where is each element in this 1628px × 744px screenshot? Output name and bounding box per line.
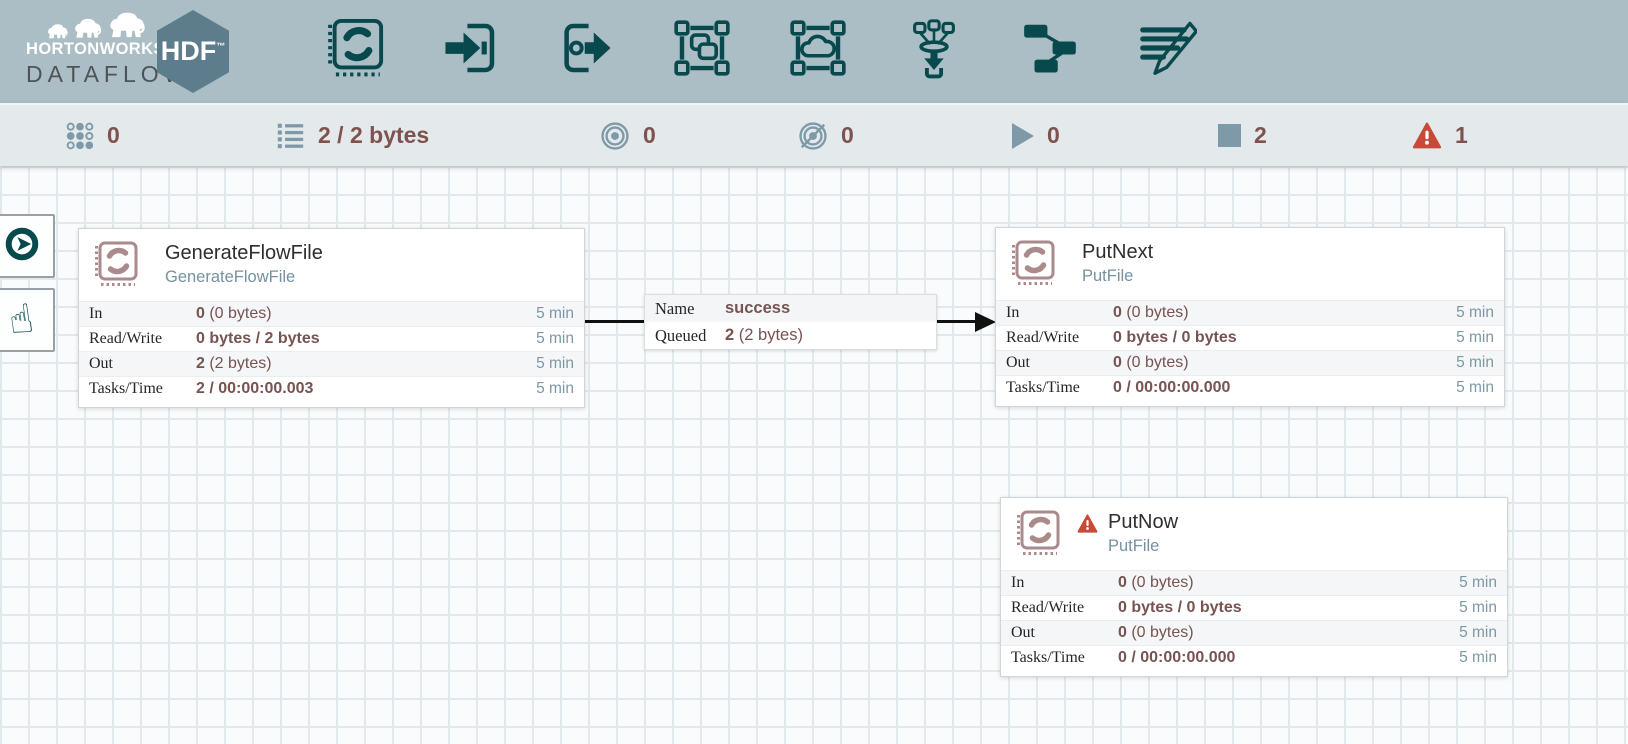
- stopped-status: 2: [1218, 105, 1267, 166]
- elephants-logo-icon: [26, 10, 166, 40]
- not-transmitting-status: 0: [798, 105, 854, 166]
- running-status: 0: [1012, 105, 1060, 166]
- queued-icon: [276, 121, 305, 150]
- process-group-tool-icon[interactable]: [670, 13, 734, 83]
- flow-canvas[interactable]: ☝ Name success Queued 2 (2 bytes) Genera…: [0, 166, 1628, 744]
- flow-status-bar: 0 2 / 2 bytes 0 0 0 2 1: [0, 103, 1628, 166]
- processor-tool-icon[interactable]: [322, 13, 386, 83]
- processor-putnext[interactable]: PutNext PutFile In 0 (0 bytes) 5 min Rea…: [995, 227, 1505, 407]
- processor-type: GenerateFlowFile: [165, 268, 296, 286]
- nifi-app: HORTONWORKS® DATAFLOW HDF™ 0 2 / 2 bytes…: [0, 0, 1628, 744]
- processor-generateflowfile[interactable]: GenerateFlowFile GenerateFlowFile In 0 (…: [78, 228, 585, 408]
- app-header: HORTONWORKS® DATAFLOW HDF™: [0, 0, 1628, 103]
- navigate-icon: [0, 222, 44, 271]
- stat-row-in: In 0 (0 bytes) 5 min: [1001, 570, 1507, 595]
- template-tool-icon[interactable]: [1018, 13, 1082, 83]
- processor-stamp-icon: [1013, 509, 1061, 559]
- stat-row-readwrite: Read/Write 0 bytes / 2 bytes 5 min: [79, 326, 584, 351]
- stat-row-tasks: Tasks/Time 0 / 00:00:00.000 5 min: [1001, 645, 1507, 670]
- transmitting-status: 0: [600, 105, 656, 166]
- component-toolbar: [322, 13, 1198, 83]
- output-port-tool-icon[interactable]: [554, 13, 618, 83]
- queued-status: 2 / 2 bytes: [276, 105, 429, 166]
- stat-row-tasks: Tasks/Time 0 / 00:00:00.000 5 min: [996, 375, 1504, 400]
- processor-putnow[interactable]: PutNow PutFile In 0 (0 bytes) 5 min Read…: [1000, 497, 1508, 677]
- processor-type: PutFile: [1082, 267, 1134, 285]
- active-threads-status: 0: [66, 105, 120, 166]
- not-transmitting-icon: [798, 121, 828, 151]
- navigate-button[interactable]: [0, 214, 55, 278]
- running-icon: [1012, 122, 1034, 149]
- brand-name: HORTONWORKS®: [26, 40, 171, 58]
- invalid-warning-icon: [1077, 514, 1098, 570]
- active-threads-icon: [66, 122, 94, 150]
- processor-name: PutNow: [1108, 511, 1179, 533]
- stat-row-out: Out 0 (0 bytes) 5 min: [996, 350, 1504, 375]
- processor-stamp-icon: [1008, 239, 1056, 289]
- transmitting-icon: [600, 121, 630, 151]
- operate-button[interactable]: ☝: [0, 288, 55, 352]
- processor-name: GenerateFlowFile: [165, 242, 323, 264]
- stat-row-readwrite: Read/Write 0 bytes / 0 bytes 5 min: [1001, 595, 1507, 620]
- hortonworks-logo: HORTONWORKS® DATAFLOW: [26, 10, 191, 88]
- stat-row-tasks: Tasks/Time 2 / 00:00:00.003 5 min: [79, 376, 584, 401]
- label-tool-icon[interactable]: [1134, 13, 1198, 83]
- stat-row-in: In 0 (0 bytes) 5 min: [79, 301, 584, 326]
- brand-product: DATAFLOW: [26, 61, 191, 87]
- stat-row-out: Out 0 (0 bytes) 5 min: [1001, 620, 1507, 645]
- processor-name: PutNext: [1082, 241, 1154, 263]
- stat-row-out: Out 2 (2 bytes) 5 min: [79, 351, 584, 376]
- processor-stats: In 0 (0 bytes) 5 min Read/Write 0 bytes …: [996, 300, 1504, 400]
- processor-header: GenerateFlowFile GenerateFlowFile: [79, 229, 584, 301]
- processor-stats: In 0 (0 bytes) 5 min Read/Write 0 bytes …: [1001, 570, 1507, 670]
- processor-type: PutFile: [1108, 537, 1160, 555]
- connection-name-row: Name success: [645, 295, 936, 322]
- processor-stats: In 0 (0 bytes) 5 min Read/Write 0 bytes …: [79, 301, 584, 401]
- processor-stamp-icon: [91, 240, 139, 290]
- stopped-icon: [1218, 124, 1241, 147]
- connection-label[interactable]: Name success Queued 2 (2 bytes): [644, 294, 937, 350]
- connection-queued-row: Queued 2 (2 bytes): [655, 325, 803, 345]
- stat-row-readwrite: Read/Write 0 bytes / 0 bytes 5 min: [996, 325, 1504, 350]
- processor-header: PutNow PutFile: [1001, 498, 1507, 570]
- stat-row-in: In 0 (0 bytes) 5 min: [996, 300, 1504, 325]
- remote-process-group-tool-icon[interactable]: [786, 13, 850, 83]
- funnel-tool-icon[interactable]: [902, 13, 966, 83]
- connection-arrowhead-icon: [975, 312, 996, 332]
- hand-pointer-icon: ☝: [6, 295, 37, 345]
- invalid-status: 1: [1412, 105, 1468, 166]
- processor-header: PutNext PutFile: [996, 228, 1504, 300]
- input-port-tool-icon[interactable]: [438, 13, 502, 83]
- invalid-warning-icon: [1412, 122, 1442, 149]
